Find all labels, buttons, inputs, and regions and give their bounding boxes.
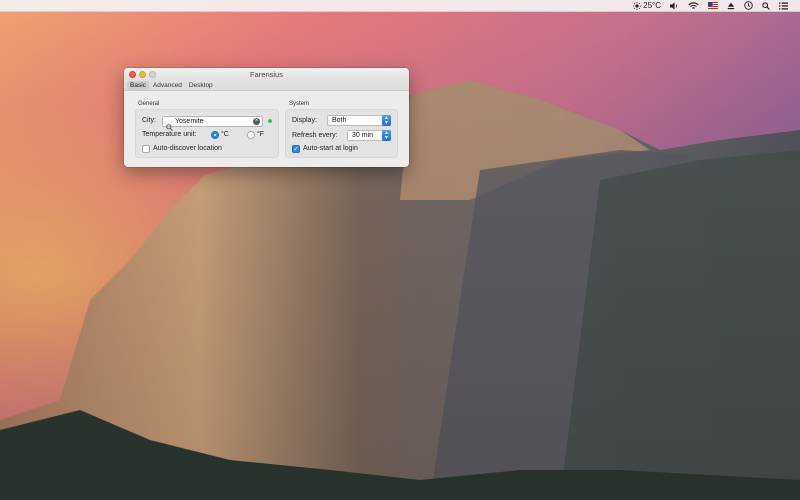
tab-advanced[interactable]: Advanced xyxy=(150,81,185,90)
autostart-checkbox[interactable]: ✓ xyxy=(292,145,300,153)
weather-status-item[interactable]: 25°C xyxy=(633,0,661,12)
city-label: City: xyxy=(142,117,156,124)
refresh-value: 30 min xyxy=(352,132,374,139)
city-search-input[interactable]: Yosemite × xyxy=(162,116,263,131)
temperature-unit-label: Temperature unit: xyxy=(142,131,197,138)
city-value: Yosemite xyxy=(175,118,204,125)
us-flag-icon[interactable] xyxy=(708,0,718,12)
menu-bar: 25°C xyxy=(0,0,800,12)
auto-discover-label: Auto-discover location xyxy=(153,145,222,152)
volume-icon[interactable] xyxy=(670,0,679,12)
tab-bar: Basic Advanced Desktop xyxy=(124,80,409,91)
celsius-label: °C xyxy=(221,131,229,138)
wifi-icon[interactable] xyxy=(688,0,699,12)
tab-basic[interactable]: Basic xyxy=(127,80,149,90)
system-heading: System xyxy=(289,101,310,107)
clock-icon[interactable] xyxy=(744,0,753,12)
list-icon[interactable] xyxy=(779,0,788,12)
select-arrows-icon: ▲ ▼ xyxy=(382,130,391,141)
fahrenheit-label: °F xyxy=(257,131,265,138)
display-label: Display: xyxy=(292,117,317,124)
window-title: Farensius xyxy=(250,70,283,79)
location-status-indicator xyxy=(268,119,272,123)
sun-icon xyxy=(633,1,642,10)
select-arrows-icon: ▲ ▼ xyxy=(382,115,391,126)
clear-search-icon[interactable]: × xyxy=(253,118,260,125)
autostart-label: Auto-start at login xyxy=(303,145,358,152)
tab-desktop[interactable]: Desktop xyxy=(186,81,216,90)
celsius-radio[interactable] xyxy=(211,131,219,139)
refresh-label: Refresh every: xyxy=(292,132,338,139)
auto-discover-checkbox[interactable] xyxy=(142,145,150,153)
display-select[interactable]: Both ▲ ▼ xyxy=(327,115,391,126)
general-heading: General xyxy=(138,101,160,107)
title-bar[interactable]: Farensius xyxy=(124,68,409,80)
fahrenheit-radio[interactable] xyxy=(247,131,255,139)
search-icon[interactable] xyxy=(762,0,770,12)
refresh-select[interactable]: 30 min ▲ ▼ xyxy=(347,130,391,141)
eject-icon[interactable] xyxy=(727,0,735,12)
display-value: Both xyxy=(332,117,347,124)
weather-temperature: 25°C xyxy=(643,1,661,10)
